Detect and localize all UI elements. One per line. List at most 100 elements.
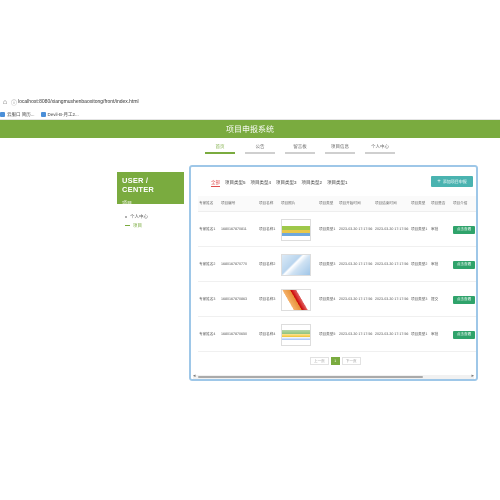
site-header: 项目申报系统	[0, 120, 500, 138]
bookmark-item[interactable]: 云服口 简历...	[0, 112, 35, 118]
filter-tab-type4[interactable]: 项目类型4	[251, 180, 272, 187]
start-time: 2023-03-30 17:17:56	[339, 297, 373, 302]
column-header[interactable]: 项目照片	[280, 201, 318, 206]
horizontal-scrollbar[interactable]: ◂ ▸	[193, 373, 474, 379]
bookmark-favicon-icon	[0, 112, 5, 117]
browser-url-bar[interactable]: ⌂ ⓘ localhost:8080/xiangmushenbaoxitong/…	[0, 96, 500, 108]
sidebar-item-label: 个人中心	[130, 213, 148, 219]
bookmark-label: 云服口 简历...	[7, 111, 35, 117]
bookmark-item[interactable]: Devil-B-月工2...	[40, 111, 79, 118]
bullet-icon	[125, 215, 127, 218]
project-code: 1680167870811	[221, 227, 247, 232]
view-button[interactable]: 点击查看	[453, 330, 475, 339]
plus-icon: +	[437, 178, 441, 185]
project-type: 项目类型4	[319, 297, 336, 302]
next-page-button[interactable]: 下一页	[341, 357, 361, 365]
action-cell: 点击查看	[452, 330, 476, 339]
nav-item-notice[interactable]: 公告	[245, 144, 275, 154]
project-photo[interactable]	[281, 218, 311, 241]
photo-cell	[280, 288, 318, 311]
table-row: 专家姓名2 1680167870770 项目名称2 项目类型3 2023-03-…	[198, 248, 476, 282]
project-status: 审批	[431, 227, 439, 232]
filter-tab-all[interactable]: 全部	[211, 180, 220, 187]
column-header[interactable]: 专家姓名	[198, 201, 220, 206]
scroll-left-icon[interactable]: ◂	[193, 373, 196, 379]
info-icon[interactable]: ⓘ	[10, 98, 18, 107]
action-cell: 点击查看	[452, 260, 476, 269]
view-button[interactable]: 点击查看	[453, 225, 475, 234]
column-header[interactable]: 项目类型	[318, 201, 338, 206]
bookmark-label: Devil-B-月工2...	[47, 111, 79, 117]
user-center-subtitle: 项目	[122, 201, 133, 207]
start-time: 2023-03-30 17:17:56	[339, 332, 373, 337]
project-type-2: 项目类型3	[411, 297, 428, 302]
project-type-2: 项目类型1	[411, 227, 428, 232]
project-panel: 全部 项目类型5 项目类型4 项目类型3 项目类型2 项目类型1 + 添加项目申…	[189, 165, 478, 381]
column-header[interactable]: 项目介绍	[452, 201, 476, 206]
table-row: 专家姓名1 1680167870811 项目名称1 项目类型1 2023-03-…	[198, 213, 476, 247]
filter-tab-type1[interactable]: 项目类型1	[327, 180, 348, 187]
column-header[interactable]: 项目结束时间	[374, 201, 410, 206]
nav-item-home[interactable]: 首页	[205, 144, 235, 154]
project-type-2: 项目类型2	[411, 262, 428, 267]
sidebar-item-user-center[interactable]: 个人中心	[117, 212, 184, 221]
bookmark-favicon-icon	[40, 112, 46, 117]
prev-page-button[interactable]: 上一页	[310, 357, 329, 365]
project-code: 1680167870770	[221, 262, 247, 267]
table-header: 专家姓名 项目编号 项目名称 项目照片 项目类型 项目开始时间 项目结束时间 项…	[198, 196, 476, 212]
photo-cell	[280, 218, 318, 241]
bookmarks-bar: 云服口 简历... Devil-B-月工2...	[0, 110, 500, 120]
table-row: 专家姓名3 1680167870863 项目名称3 项目类型4 2023-03-…	[198, 283, 476, 317]
column-header[interactable]: 项目开始时间	[338, 201, 374, 206]
nav-item-project-info[interactable]: 项目信息	[325, 144, 355, 154]
start-time: 2023-03-30 17:17:56	[339, 227, 373, 232]
view-button[interactable]: 点击查看	[453, 295, 475, 304]
project-photo[interactable]	[281, 323, 311, 346]
url-text[interactable]: localhost:8080/xiangmushenbaoxitong/fron…	[18, 99, 139, 105]
project-code: 1680167870863	[221, 297, 247, 302]
end-time: 2023-03-30 17:17:56	[375, 297, 409, 302]
add-project-label: 添加项目申报	[442, 178, 467, 184]
nav-item-user-center[interactable]: 个人中心	[365, 144, 395, 154]
photo-cell	[280, 323, 318, 346]
main-nav: 首页 公告 留言板 项目信息 个人中心	[205, 144, 395, 154]
expert-name: 专家姓名4	[199, 332, 216, 337]
nav-item-message-board[interactable]: 留言板	[285, 144, 315, 154]
project-name: 项目名称4	[259, 332, 276, 337]
project-photo[interactable]	[281, 253, 311, 276]
project-name: 项目名称1	[259, 227, 276, 232]
column-header[interactable]: 项目是否	[430, 201, 452, 206]
pagination: 上一页 1 下一页	[310, 357, 363, 365]
page: ⌂ ⓘ localhost:8080/xiangmushenbaoxitong/…	[0, 0, 500, 500]
column-header[interactable]: 项目编号	[220, 201, 258, 206]
action-cell: 点击查看	[452, 225, 476, 234]
scroll-right-icon[interactable]: ▸	[471, 373, 474, 379]
table-row: 专家姓名4 1680167870650 项目名称4 项目类型5 2023-03-…	[198, 318, 476, 352]
project-status: 审批	[431, 262, 439, 267]
project-type: 项目类型3	[319, 262, 336, 267]
user-center-title: USER / CENTER	[122, 176, 155, 194]
sidebar-item-project[interactable]: 项目	[117, 221, 184, 230]
site-title: 项目申报系统	[226, 124, 274, 134]
project-type: 项目类型5	[319, 332, 336, 337]
project-type: 项目类型1	[319, 227, 336, 232]
add-project-button[interactable]: + 添加项目申报	[431, 176, 473, 187]
filter-tab-type3[interactable]: 项目类型3	[276, 180, 297, 187]
column-header[interactable]: 项目类型	[410, 201, 430, 206]
user-center-card: USER / CENTER 项目	[117, 172, 184, 207]
project-code: 1680167870650	[221, 332, 247, 337]
project-status: 提交	[431, 297, 439, 302]
current-page-button[interactable]: 1	[330, 357, 340, 365]
column-header[interactable]: 项目名称	[258, 201, 280, 206]
view-button[interactable]: 点击查看	[453, 260, 475, 269]
sidebar-links: 个人中心 项目	[117, 212, 184, 230]
active-dash-icon	[125, 225, 130, 226]
end-time: 2023-03-30 17:17:56	[375, 332, 409, 337]
expert-name: 专家姓名1	[199, 227, 216, 232]
scrollbar-thumb[interactable]	[198, 376, 423, 378]
home-icon[interactable]: ⌂	[0, 99, 10, 106]
filter-tab-type5[interactable]: 项目类型5	[225, 180, 246, 187]
project-name: 项目名称3	[259, 297, 276, 302]
project-photo[interactable]	[281, 288, 311, 311]
filter-tab-type2[interactable]: 项目类型2	[302, 180, 323, 187]
